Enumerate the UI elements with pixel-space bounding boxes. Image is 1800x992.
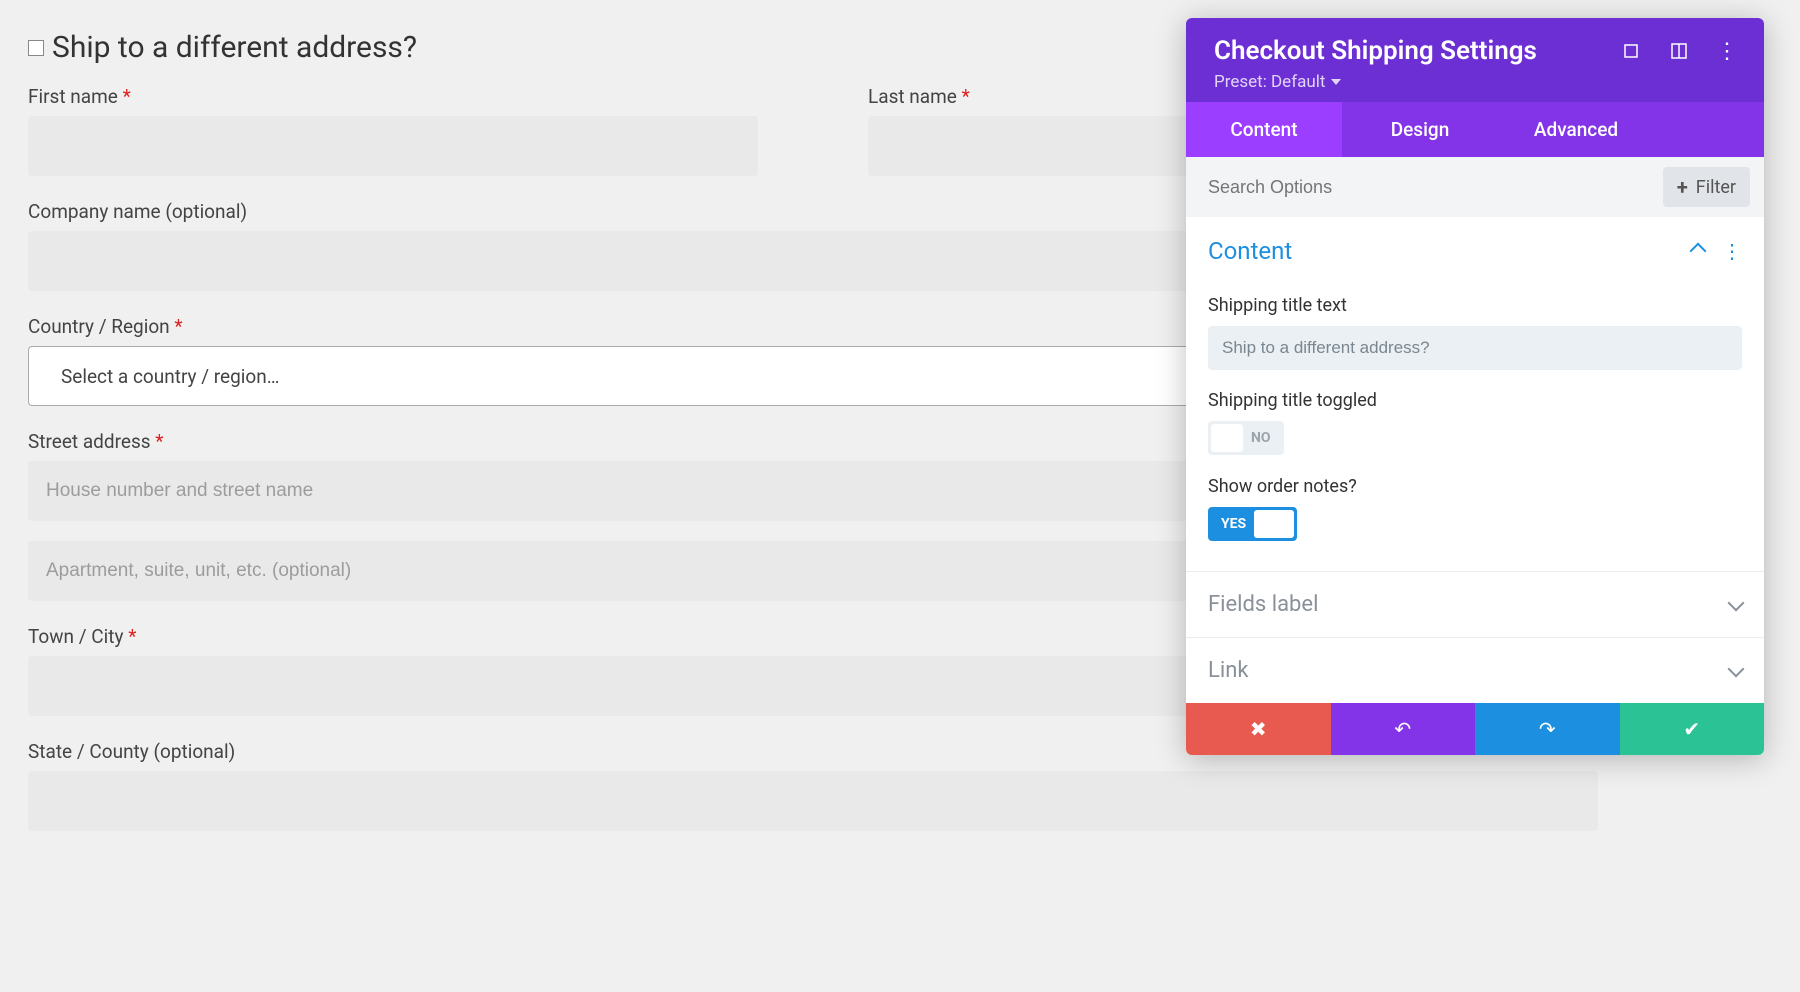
shipping-title-toggled-toggle[interactable]: NO xyxy=(1208,421,1284,455)
chevron-up-icon xyxy=(1690,243,1707,260)
toggle-handle xyxy=(1254,510,1294,538)
chevron-down-icon xyxy=(1728,660,1745,677)
undo-icon: ↶ xyxy=(1394,717,1411,741)
preset-dropdown[interactable]: Preset: Default xyxy=(1214,72,1744,92)
first-name-label: First name * xyxy=(28,85,758,108)
shipping-title: Ship to a different address? xyxy=(52,30,417,65)
toggle-handle xyxy=(1211,424,1243,452)
undo-button[interactable]: ↶ xyxy=(1331,703,1476,755)
save-button[interactable]: ✔ xyxy=(1620,703,1765,755)
layout-icon[interactable] xyxy=(1670,42,1688,60)
country-select-placeholder: Select a country / region… xyxy=(61,365,279,388)
show-order-notes-toggle[interactable]: YES xyxy=(1208,507,1297,541)
filter-label: Filter xyxy=(1696,177,1736,198)
footer-actions: ✖ ↶ ↷ ✔ xyxy=(1186,703,1764,755)
section-content-title: Content xyxy=(1208,237,1292,265)
caret-down-icon xyxy=(1331,79,1341,85)
section-content-header[interactable]: Content ⋮ xyxy=(1186,217,1764,285)
shipping-title-toggled-label: Shipping title toggled xyxy=(1208,390,1742,411)
section-link-title: Link xyxy=(1208,658,1249,683)
shipping-title-text-input[interactable] xyxy=(1208,326,1742,370)
search-options-input[interactable] xyxy=(1208,177,1508,198)
redo-button[interactable]: ↷ xyxy=(1475,703,1620,755)
tab-advanced[interactable]: Advanced xyxy=(1498,102,1654,157)
cancel-button[interactable]: ✖ xyxy=(1186,703,1331,755)
state-field[interactable] xyxy=(28,771,1598,831)
more-icon[interactable]: ⋮ xyxy=(1718,42,1736,60)
expand-icon[interactable] xyxy=(1622,42,1640,60)
toggle-off-label: NO xyxy=(1251,430,1281,446)
close-icon: ✖ xyxy=(1250,717,1267,741)
tab-design[interactable]: Design xyxy=(1342,102,1498,157)
section-fields-label-header[interactable]: Fields label xyxy=(1186,572,1764,637)
ship-different-address-checkbox[interactable] xyxy=(28,40,44,56)
first-name-field[interactable] xyxy=(28,116,758,176)
redo-icon: ↷ xyxy=(1539,717,1556,741)
tab-content[interactable]: Content xyxy=(1186,102,1342,157)
settings-panel: Checkout Shipping Settings ⋮ Preset: Def… xyxy=(1186,18,1764,755)
section-more-icon[interactable]: ⋮ xyxy=(1722,241,1742,261)
filter-button[interactable]: + Filter xyxy=(1663,167,1750,207)
chevron-down-icon xyxy=(1728,594,1745,611)
section-link-header[interactable]: Link xyxy=(1186,638,1764,703)
preset-label: Preset: Default xyxy=(1214,72,1325,92)
section-content-body: Shipping title text Shipping title toggl… xyxy=(1186,285,1764,571)
toggle-on-label: YES xyxy=(1211,516,1246,532)
panel-title: Checkout Shipping Settings xyxy=(1214,36,1537,66)
tabs: Content Design Advanced xyxy=(1186,102,1764,157)
plus-icon: + xyxy=(1677,175,1688,199)
section-fields-label-title: Fields label xyxy=(1208,592,1318,617)
shipping-title-text-label: Shipping title text xyxy=(1208,295,1742,316)
show-order-notes-label: Show order notes? xyxy=(1208,476,1742,497)
check-icon: ✔ xyxy=(1683,717,1700,741)
